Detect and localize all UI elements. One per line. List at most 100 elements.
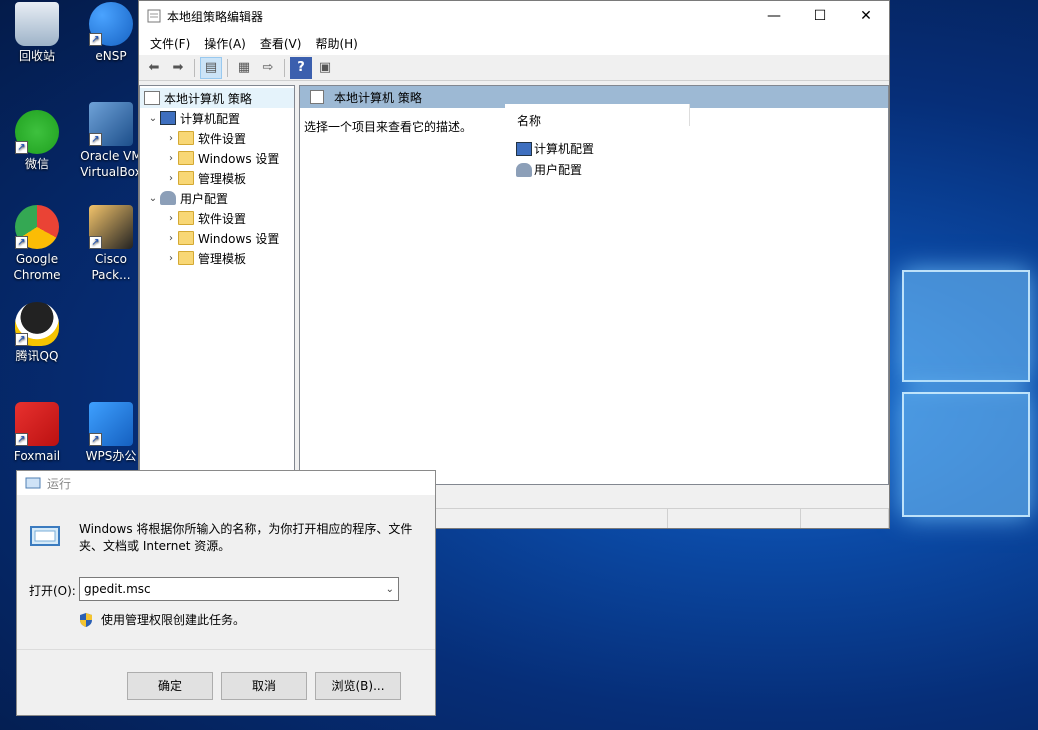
shortcut-arrow-icon: ↗ [89, 433, 102, 446]
folder-icon [178, 171, 194, 185]
tree-user-config[interactable]: ⌄ 用户配置 [140, 188, 294, 208]
desktop-icon[interactable]: ↗ Cisco Pack... [74, 205, 148, 283]
desktop-icon-label: Cisco Pack... [91, 252, 131, 282]
shortcut-arrow-icon: ↗ [89, 236, 102, 249]
folder-icon [178, 231, 194, 245]
chevron-right-icon[interactable]: › [164, 153, 178, 164]
chevron-down-icon[interactable]: ⌄ [146, 193, 160, 204]
foxmail-icon: ↗ [15, 402, 59, 446]
show-tree-icon[interactable]: ▤ [200, 56, 222, 79]
desktop-icon[interactable]: ↗ Google Chrome [0, 205, 74, 283]
run-dialog-icon [30, 526, 60, 546]
desktop-icon[interactable]: ↗ eNSP [74, 2, 148, 64]
help-icon[interactable]: ? [290, 56, 312, 79]
tree-user-admin[interactable]: › 管理模板 [140, 248, 294, 268]
computer-icon [160, 111, 176, 125]
browse-button[interactable]: 浏览(B)... [315, 672, 401, 700]
shortcut-arrow-icon: ↗ [15, 236, 28, 249]
ok-button[interactable]: 确定 [127, 672, 213, 700]
shield-icon [80, 612, 92, 627]
run-dialog: 运行 Windows 将根据你所输入的名称，为你打开相应的程序、文件夹、文档或 … [16, 470, 436, 716]
desktop-icon-label: 微信 [24, 157, 49, 171]
menu-action[interactable]: 操作(A) [197, 35, 253, 52]
forward-arrow-icon[interactable]: ➡ [167, 57, 189, 79]
policy-icon [144, 91, 160, 105]
virtualbox-icon: ↗ [89, 102, 133, 146]
minimize-button[interactable]: — [751, 1, 797, 31]
wps-icon: ↗ [89, 402, 133, 446]
run-command-input[interactable]: gpedit.msc ⌄ [79, 577, 399, 601]
folder-icon [178, 251, 194, 265]
desktop-icon-label: 腾讯QQ [15, 349, 59, 363]
chevron-down-icon[interactable]: ⌄ [386, 584, 394, 595]
gpedit-title: 本地组策略编辑器 [167, 9, 264, 24]
chevron-right-icon[interactable]: › [164, 133, 178, 144]
menu-help[interactable]: 帮助(H) [308, 35, 364, 52]
desktop-icon[interactable]: ↗ 腾讯QQ [0, 302, 74, 364]
menu-file[interactable]: 文件(F) [143, 35, 197, 52]
tree-user-software[interactable]: › 软件设置 [140, 208, 294, 228]
folder-icon [178, 211, 194, 225]
desktop-icon-label: Oracle VM VirtualBox [80, 149, 142, 179]
toolbar: ⬅ ➡ ▤ ▦ ⇨ ? ▣ [139, 55, 889, 81]
chrome-icon: ↗ [15, 205, 59, 249]
tree-root[interactable]: 本地计算机 策略 [140, 88, 294, 108]
folder-icon [178, 151, 194, 165]
gpedit-window: 本地组策略编辑器 — ☐ ✕ 文件(F) 操作(A) 查看(V) 帮助(H) ⬅… [138, 0, 890, 529]
desktop-icon[interactable]: ↗ WPS办公 [74, 402, 148, 464]
tree-computer-software[interactable]: › 软件设置 [140, 128, 294, 148]
tree-computer-admin[interactable]: › 管理模板 [140, 168, 294, 188]
qq-icon: ↗ [15, 302, 59, 346]
desktop-icon[interactable]: ↗ Oracle VM VirtualBox [74, 102, 148, 180]
cancel-button[interactable]: 取消 [221, 672, 307, 700]
windows-logo-wallpaper [896, 250, 1038, 525]
shortcut-arrow-icon: ↗ [15, 141, 28, 154]
desktop-icon-label: eNSP [95, 49, 127, 63]
back-arrow-icon[interactable]: ⬅ [143, 57, 165, 79]
wechat-icon: ↗ [15, 110, 59, 154]
menu-view[interactable]: 查看(V) [253, 35, 309, 52]
desktop-icon[interactable]: ↗ 微信 [0, 110, 74, 172]
chevron-down-icon[interactable]: ⌄ [146, 113, 160, 124]
shortcut-arrow-icon: ↗ [89, 133, 102, 146]
run-app-icon [25, 477, 41, 489]
tree-user-windows[interactable]: › Windows 设置 [140, 228, 294, 248]
run-button-bar: 确定 取消 浏览(B)... [17, 649, 435, 715]
tree-computer-config[interactable]: ⌄ 计算机配置 [140, 108, 294, 128]
detail-pane: 本地计算机 策略 选择一个项目来查看它的描述。 名称 计算机配置 用户配置 [299, 85, 889, 485]
gpedit-titlebar[interactable]: 本地组策略编辑器 — ☐ ✕ [139, 1, 889, 31]
run-titlebar[interactable]: 运行 [17, 471, 435, 495]
filter-icon[interactable]: ▣ [314, 57, 336, 79]
desktop-icon-label: 回收站 [18, 49, 55, 63]
maximize-button[interactable]: ☐ [797, 1, 843, 31]
list-item[interactable]: 用户配置 [516, 159, 594, 180]
shortcut-arrow-icon: ↗ [15, 433, 28, 446]
list-item[interactable]: 计算机配置 [516, 138, 594, 159]
user-icon [160, 191, 176, 205]
admin-notice: 使用管理权限创建此任务。 [79, 611, 245, 628]
policy-icon [310, 90, 324, 104]
chevron-right-icon[interactable]: › [164, 233, 178, 244]
shortcut-arrow-icon: ↗ [89, 33, 102, 46]
menu-bar: 文件(F) 操作(A) 查看(V) 帮助(H) [139, 31, 889, 55]
cisco-packet-tracer-icon: ↗ [89, 205, 133, 249]
chevron-right-icon[interactable]: › [164, 173, 178, 184]
desktop-icon[interactable]: ↗ Foxmail [0, 402, 74, 464]
close-button[interactable]: ✕ [843, 1, 889, 31]
chevron-right-icon[interactable]: › [164, 253, 178, 264]
detail-list: 计算机配置 用户配置 [516, 138, 594, 180]
user-icon [516, 162, 532, 177]
properties-icon[interactable]: ▦ [233, 57, 255, 79]
chevron-right-icon[interactable]: › [164, 213, 178, 224]
recycle-bin-icon [15, 2, 59, 46]
gpedit-app-icon [147, 9, 161, 23]
desktop-icon-label: Foxmail [13, 449, 61, 463]
export-list-icon[interactable]: ⇨ [257, 57, 279, 79]
open-label: 打开(O): [29, 584, 76, 598]
detail-description: 选择一个项目来查看它的描述。 [304, 120, 473, 134]
desktop-icon-label: Google Chrome [13, 252, 61, 282]
tree-computer-windows[interactable]: › Windows 设置 [140, 148, 294, 168]
desktop-icon[interactable]: 回收站 [0, 2, 74, 64]
shortcut-arrow-icon: ↗ [15, 333, 28, 346]
column-header-name[interactable]: 名称 [505, 104, 690, 128]
